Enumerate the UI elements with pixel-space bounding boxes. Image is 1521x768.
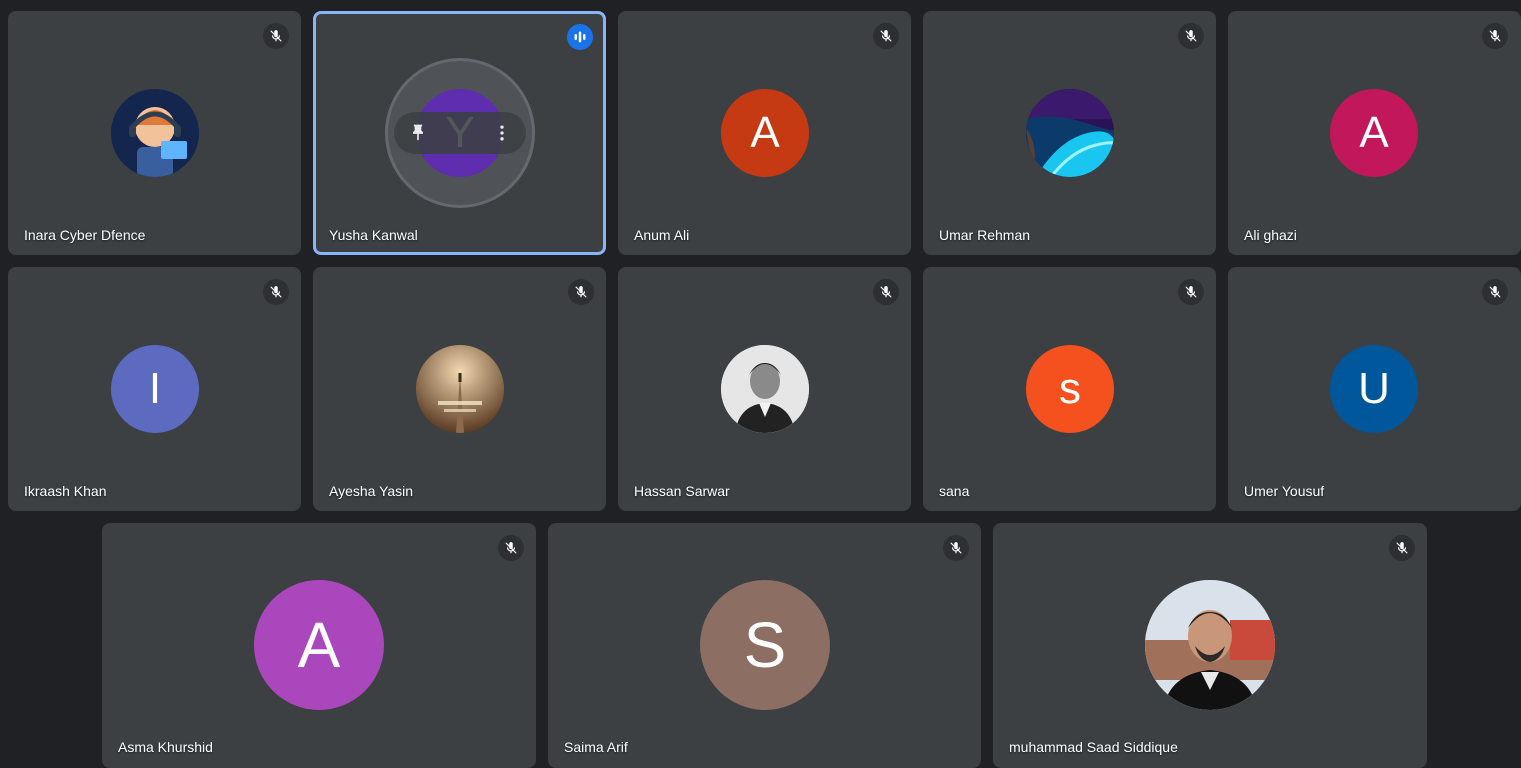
mic-off-icon [263, 279, 289, 305]
participant-tile[interactable]: A Anum Ali [618, 11, 911, 255]
more-vert-icon[interactable] [492, 123, 512, 143]
participant-avatar [111, 89, 199, 177]
participant-avatar [1026, 89, 1114, 177]
participant-name: Ayesha Yasin [329, 483, 414, 499]
participant-tile[interactable]: s sana [923, 267, 1216, 511]
mic-off-icon [1178, 23, 1204, 49]
participant-avatar: U [1330, 345, 1418, 433]
participant-avatar [416, 345, 504, 433]
participant-tile[interactable]: Inara Cyber Dfence [8, 11, 301, 255]
participant-tile[interactable]: Ayesha Yasin [313, 267, 606, 511]
participant-tile[interactable]: I Ikraash Khan [8, 267, 301, 511]
avatar-initial: A [750, 108, 780, 157]
participant-avatar [1145, 580, 1275, 710]
participant-name: Yusha Kanwal [329, 227, 418, 243]
avatar-initial: I [148, 364, 162, 413]
participant-tile[interactable]: Umar Rehman [923, 11, 1216, 255]
mic-off-icon [1178, 279, 1204, 305]
mic-off-icon [943, 535, 969, 561]
participant-name: sana [939, 483, 970, 499]
participant-name: Ali ghazi [1244, 227, 1297, 243]
participant-name: Hassan Sarwar [634, 483, 730, 499]
tile-hover-controls [394, 112, 526, 154]
mic-off-icon [498, 535, 524, 561]
mic-off-icon [1482, 279, 1508, 305]
participant-name: Saima Arif [564, 739, 628, 755]
participant-avatar: s [1026, 345, 1114, 433]
participant-tile[interactable]: A Asma Khurshid [102, 523, 536, 768]
audio-level-icon [567, 24, 593, 50]
participant-name: Inara Cyber Dfence [24, 227, 146, 243]
avatar-initial: A [1359, 108, 1389, 157]
participant-avatar: A [721, 89, 809, 177]
mic-off-icon [1389, 535, 1415, 561]
participant-tile[interactable]: U Umer Yousuf [1228, 267, 1521, 511]
participant-avatar: S [700, 580, 830, 710]
avatar-initial: S [743, 609, 787, 681]
mic-off-icon [263, 23, 289, 49]
avatar-initial: s [1059, 364, 1081, 413]
participant-name: muhammad Saad Siddique [1009, 739, 1178, 755]
participant-name: Anum Ali [634, 227, 690, 243]
avatar-initial: A [297, 609, 341, 681]
participant-tile-active-speaker[interactable]: Y Yusha Kanwal [313, 11, 606, 255]
pin-icon[interactable] [408, 123, 428, 143]
participant-name: Asma Khurshid [118, 739, 213, 755]
participant-tile[interactable]: muhammad Saad Siddique [993, 523, 1427, 768]
participant-name: Umar Rehman [939, 227, 1031, 243]
mic-off-icon [873, 23, 899, 49]
participant-avatar: A [1330, 89, 1418, 177]
mic-off-icon [873, 279, 899, 305]
avatar-initial: U [1358, 364, 1390, 413]
mic-off-icon [568, 279, 594, 305]
participant-tile[interactable]: A Ali ghazi [1228, 11, 1521, 255]
mic-off-icon [1482, 23, 1508, 49]
participant-name: Umer Yousuf [1244, 483, 1325, 499]
participant-tile[interactable]: Hassan Sarwar [618, 267, 911, 511]
participant-avatar [721, 345, 809, 433]
participant-tile[interactable]: S Saima Arif [548, 523, 981, 768]
participant-avatar: I [111, 345, 199, 433]
participant-name: Ikraash Khan [24, 483, 107, 499]
participant-avatar: A [254, 580, 384, 710]
